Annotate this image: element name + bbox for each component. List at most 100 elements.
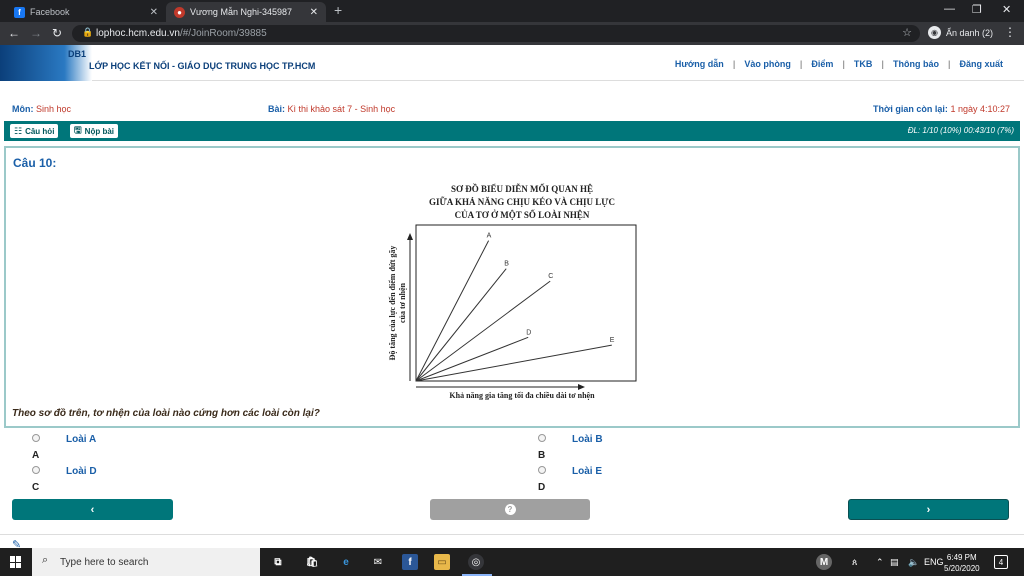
series-line-e: [415, 344, 612, 382]
next-question-button[interactable]: ›: [848, 499, 1009, 520]
minimize-icon[interactable]: —: [944, 3, 955, 15]
answer-letter-c: C: [32, 482, 40, 493]
url-text: lophoc.hcm.edu.vn/#/JoinRoom/39885: [96, 28, 267, 39]
answer-label-c[interactable]: Loài D: [66, 466, 97, 477]
series-label-c: C: [548, 273, 553, 280]
question-mark-icon: ?: [504, 504, 516, 515]
tab-title: Facebook: [30, 7, 70, 17]
series-label-e: E: [610, 337, 615, 344]
answer-letter-d: D: [538, 482, 546, 493]
system-clock[interactable]: 6:49 PM 5/20/2020: [944, 552, 980, 574]
windows-taskbar: ⌕ Type here to search ⧉ 🛍 e ✉ f ▭ ◎ M ጰ …: [0, 548, 1024, 576]
url-input[interactable]: 🔒 lophoc.hcm.edu.vn/#/JoinRoom/39885 ☆: [72, 25, 920, 42]
windows-start-icon[interactable]: [10, 556, 22, 568]
notification-icon[interactable]: 4: [994, 555, 1008, 569]
x-axis-arrowhead: [578, 384, 585, 390]
chart-title-line-2: GIỮA KHẢ NĂNG CHỊU KÉO VÀ CHỊU LỰC: [429, 197, 615, 207]
site-icon: ●: [174, 6, 185, 18]
help-button[interactable]: ?: [430, 499, 590, 520]
chart-title-line-1: SƠ ĐỒ BIỂU DIỄN MỐI QUAN HỆ: [451, 184, 593, 194]
incognito-icon: ◉: [928, 26, 941, 39]
tab-facebook[interactable]: f Facebook ✕: [6, 2, 166, 22]
y-axis-label-line-1: Độ tăng của lực đến điểm đứt gãy: [388, 246, 397, 361]
file-explorer-icon[interactable]: ▭: [434, 554, 450, 570]
clock-time: 6:49 PM: [946, 553, 977, 562]
store-icon[interactable]: 🛍: [304, 554, 320, 570]
site-logo: DB1: [0, 45, 92, 81]
lesson-info: Bài: Kì thi khảo sát 7 - Sinh học: [268, 104, 396, 114]
edge-icon[interactable]: e: [338, 554, 354, 570]
chevron-left-icon: ‹: [90, 503, 95, 516]
mail-icon[interactable]: ✉: [370, 554, 386, 570]
answer-letter-b: B: [538, 450, 546, 461]
nav-guide[interactable]: Hướng dẫn: [666, 59, 733, 69]
plot-frame: [415, 224, 637, 382]
chrome-icon[interactable]: ◎: [468, 554, 484, 570]
reload-icon[interactable]: ↻: [52, 26, 62, 40]
submit-button[interactable]: 🖫 Nộp bài: [70, 124, 119, 138]
tab-exam[interactable]: ● Vương Mẫn Nghi-345987 ✕: [166, 2, 326, 22]
language-indicator[interactable]: ENG: [924, 557, 944, 567]
close-icon[interactable]: ✕: [310, 7, 318, 18]
y-axis-arrowhead: [407, 233, 413, 240]
bookmark-star-icon[interactable]: ☆: [902, 26, 912, 39]
site-header: DB1 LỚP HỌC KẾT NỐI - GIÁO DỤC TRUNG HỌC…: [0, 45, 1024, 81]
volume-icon[interactable]: 🔈: [908, 557, 919, 568]
chevron-up-icon[interactable]: ⌃: [876, 557, 884, 568]
chart-title-line-3: CỦA TƠ Ở MỘT SỐ LOÀI NHỆN: [455, 210, 590, 220]
new-tab-icon[interactable]: +: [334, 2, 342, 18]
answer-label-a[interactable]: Loài A: [66, 434, 96, 445]
browser-tabbar: f Facebook ✕ ● Vương Mẫn Nghi-345987 ✕ +…: [0, 0, 1024, 22]
incognito-profile[interactable]: ◉ Ẩn danh (2): [928, 26, 993, 39]
x-axis-label: Khả năng gia tăng tối đa chiều dài tơ nh…: [449, 391, 595, 400]
top-nav: Hướng dẫn | Vào phòng | Điểm | TKB | Thông b…: [666, 59, 1012, 69]
nav-scores[interactable]: Điểm: [802, 59, 842, 69]
time-left-info: Thời gian còn lại: 1 ngày 4:10:27: [873, 104, 1010, 114]
nav-announcements[interactable]: Thông báo: [884, 59, 948, 69]
maximize-icon[interactable]: ❐: [972, 3, 982, 16]
taskbar-search-input[interactable]: ⌕ Type here to search: [32, 548, 260, 576]
y-axis-label-line-2: của tơ nhện: [398, 282, 407, 323]
radio-b[interactable]: [538, 434, 546, 442]
series-label-d: D: [526, 329, 531, 336]
radio-a[interactable]: [32, 434, 40, 442]
back-icon[interactable]: ←: [8, 26, 20, 40]
series-line-d: [415, 336, 529, 382]
lock-icon: 🔒: [82, 27, 94, 37]
people-icon[interactable]: ጰ: [852, 557, 857, 568]
exam-info-row: Môn: Sinh học Bài: Kì thi khảo sát 7 - S…: [0, 100, 1024, 120]
question-text: Theo sơ đồ trên, tơ nhện của loài nào cứ…: [12, 408, 320, 419]
series-label-b: B: [504, 261, 509, 268]
chevron-right-icon: ›: [926, 503, 931, 516]
subject-info: Môn: Sinh học: [12, 104, 72, 114]
site-title: LỚP HỌC KẾT NỐI - GIÁO DỤC TRUNG HỌC TP.…: [89, 61, 316, 71]
task-view-icon[interactable]: ⧉: [270, 554, 286, 570]
nav-join-room[interactable]: Vào phòng: [735, 59, 800, 69]
forward-icon[interactable]: →: [30, 26, 42, 40]
footer-divider: [0, 534, 1024, 535]
exam-toolbar: ☷ Câu hỏi 🖫 Nộp bài ĐL: 1/10 (10%) 00:43…: [4, 121, 1020, 141]
window-close-icon[interactable]: ✕: [1002, 3, 1011, 16]
browser-menu-icon[interactable]: ⋮: [1004, 25, 1016, 39]
series-label-a: A: [487, 233, 492, 240]
answer-label-b[interactable]: Loài B: [572, 434, 603, 445]
nav-timetable[interactable]: TKB: [845, 59, 882, 69]
nav-logout[interactable]: Đăng xuất: [950, 59, 1012, 69]
user-avatar-icon[interactable]: M: [816, 554, 832, 570]
search-icon: ⌕: [42, 554, 49, 566]
facebook-icon: f: [14, 6, 25, 18]
answer-letter-a: A: [32, 450, 40, 461]
questions-button[interactable]: ☷ Câu hỏi: [10, 124, 59, 138]
series-layer: A B C D E: [415, 233, 615, 382]
facebook-app-icon[interactable]: f: [402, 554, 418, 570]
answer-label-d[interactable]: Loài E: [572, 466, 602, 477]
radio-d[interactable]: [538, 466, 546, 474]
prev-question-button[interactable]: ‹: [12, 499, 173, 520]
network-icon[interactable]: ▤: [890, 557, 899, 568]
radio-c[interactable]: [32, 466, 40, 474]
save-icon: 🖫: [74, 125, 82, 135]
close-icon[interactable]: ✕: [150, 7, 158, 18]
series-line-a: [415, 240, 490, 382]
logo-text: DB1: [68, 49, 87, 59]
progress-text: ĐL: 1/10 (10%) 00:43/10 (7%): [907, 126, 1014, 135]
